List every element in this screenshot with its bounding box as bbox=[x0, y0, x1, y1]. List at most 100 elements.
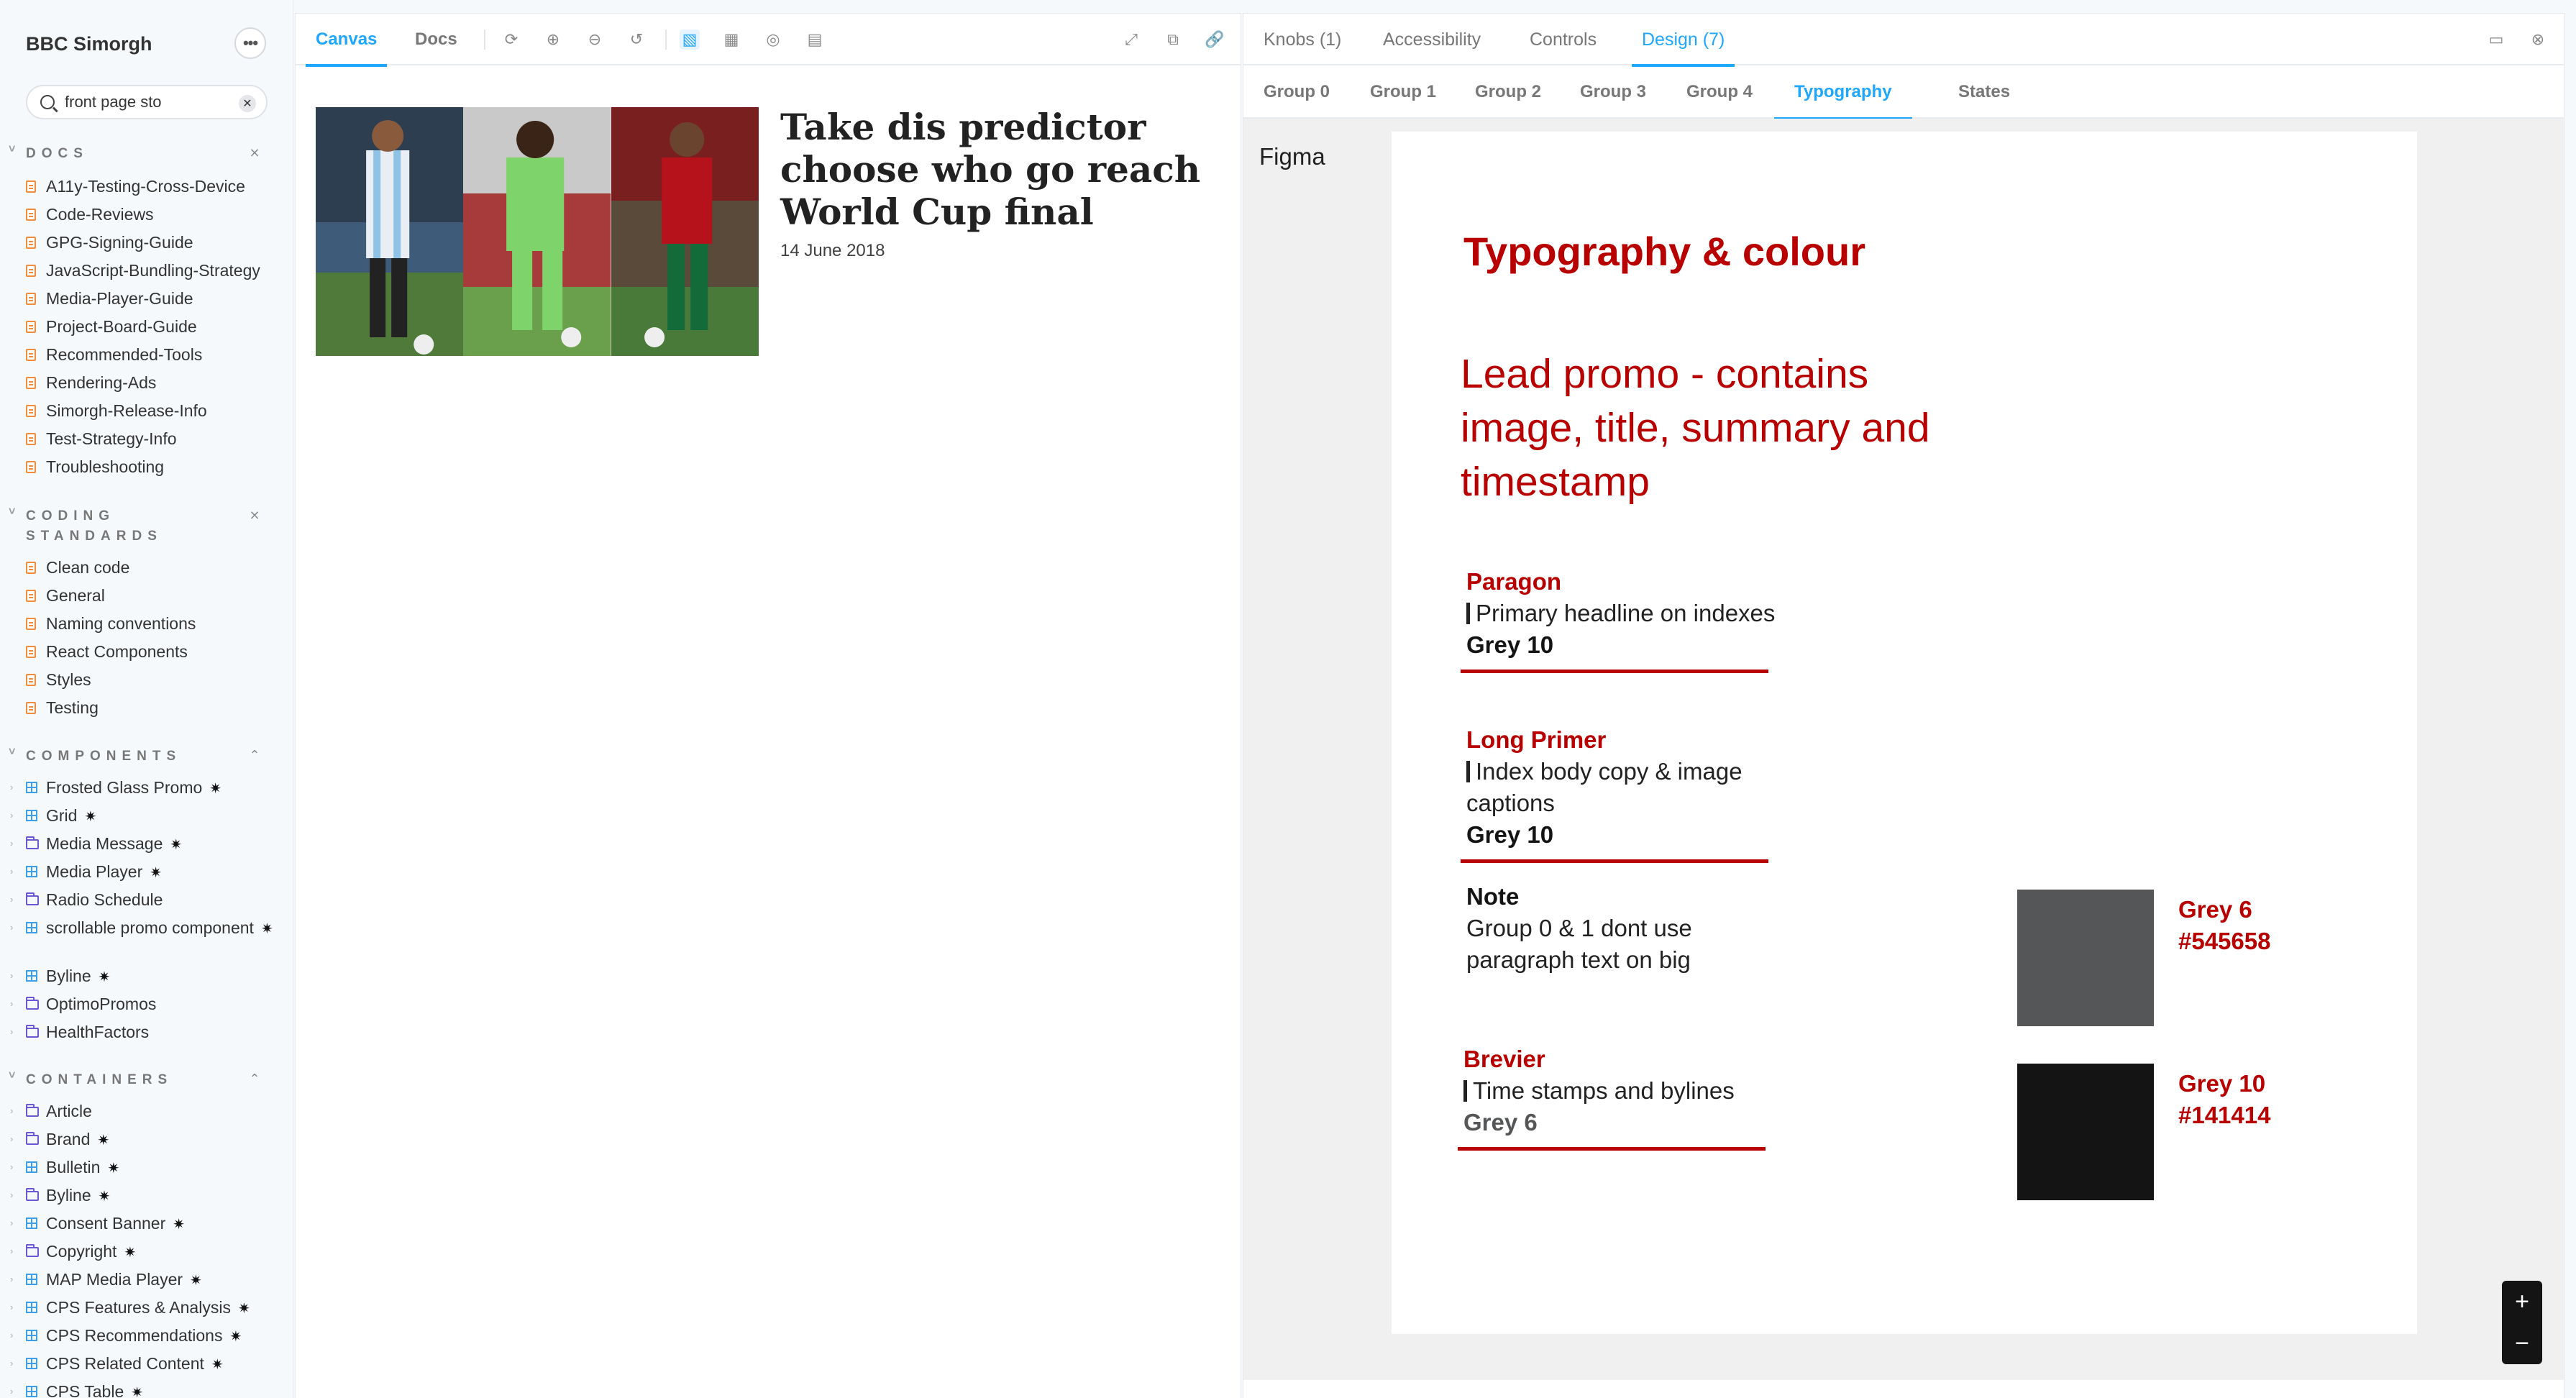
doc-item-label: Clean code bbox=[46, 558, 130, 577]
tab-knobs[interactable]: Knobs (1) bbox=[1264, 14, 1341, 65]
open-new-tab-icon[interactable]: ⧉ bbox=[1163, 29, 1183, 50]
expand-arrow-icon[interactable]: › bbox=[10, 1018, 13, 1046]
containers-section-collapse-icon[interactable]: ⌃ bbox=[247, 1072, 262, 1086]
subtab-group-1[interactable]: Group 1 bbox=[1370, 65, 1436, 119]
zoom-in-icon[interactable]: + bbox=[2502, 1281, 2542, 1322]
containers-section-header[interactable]: CONTAINERS bbox=[9, 1066, 173, 1090]
paragon-desc: Primary headline on indexes bbox=[1466, 598, 1783, 629]
menu-button[interactable]: ••• bbox=[234, 27, 266, 59]
brand-title[interactable]: BBC Simorgh bbox=[26, 33, 152, 55]
tab-canvas[interactable]: Canvas bbox=[305, 14, 388, 67]
tab-docs[interactable]: Docs bbox=[415, 14, 457, 65]
expand-arrow-icon[interactable]: › bbox=[10, 1294, 13, 1321]
copy-link-icon[interactable]: 🔗 bbox=[1205, 29, 1225, 50]
promo-title[interactable]: Take dis predictor choose who go reach W… bbox=[780, 106, 1226, 233]
expand-arrow-icon[interactable]: › bbox=[10, 1097, 13, 1125]
folder-icon bbox=[26, 997, 39, 1010]
expand-arrow-icon[interactable]: › bbox=[10, 1125, 13, 1153]
clear-search-icon[interactable]: ✕ bbox=[239, 95, 256, 112]
expand-arrow-icon[interactable]: › bbox=[10, 774, 13, 801]
expand-arrow-icon[interactable]: › bbox=[10, 1266, 13, 1293]
folder-icon bbox=[26, 1104, 39, 1117]
search-input[interactable] bbox=[65, 93, 230, 111]
subtab-group-0[interactable]: Group 0 bbox=[1264, 65, 1330, 119]
subtab-group-3[interactable]: Group 3 bbox=[1580, 65, 1646, 119]
expand-arrow-icon[interactable]: › bbox=[10, 1210, 13, 1237]
fullscreen-icon[interactable]: ⤢ bbox=[1121, 29, 1141, 50]
subtab-states[interactable]: States bbox=[1958, 65, 2010, 119]
puzzle-icon: ✷ bbox=[190, 1272, 202, 1289]
docs-section-collapse-icon[interactable]: ⨯ bbox=[247, 145, 262, 160]
expand-arrow-icon[interactable]: › bbox=[10, 858, 13, 885]
component-item-label: CPS Table ✷ bbox=[46, 1378, 143, 1398]
expand-arrow-icon[interactable]: › bbox=[10, 990, 13, 1018]
divider bbox=[1461, 670, 1768, 673]
zoom-out-icon[interactable]: ⊖ bbox=[585, 29, 605, 50]
subtab-typography[interactable]: Typography bbox=[1774, 65, 1912, 120]
design-subtabs: Group 0 Group 1 Group 2 Group 3 Group 4 … bbox=[1243, 65, 2564, 120]
component-item-label: HealthFactors bbox=[46, 1023, 150, 1041]
panel-position-icon[interactable]: ▭ bbox=[2486, 29, 2506, 50]
tab-design[interactable]: Design (7) bbox=[1631, 14, 1735, 67]
expand-arrow-icon[interactable]: › bbox=[10, 914, 13, 941]
coding-standards-section-header[interactable]: CODINGSTANDARDS bbox=[9, 502, 163, 547]
toolbar-divider bbox=[484, 29, 485, 50]
component-icon bbox=[26, 1330, 37, 1341]
tab-accessibility[interactable]: Accessibility bbox=[1383, 14, 1481, 65]
puzzle-icon: ✷ bbox=[211, 1356, 224, 1373]
puzzle-icon: ✷ bbox=[173, 1216, 185, 1233]
promo-image[interactable] bbox=[316, 107, 759, 356]
document-icon bbox=[26, 321, 36, 333]
expand-arrow-icon[interactable]: › bbox=[10, 1238, 13, 1265]
docs-section-header[interactable]: DOCS bbox=[9, 140, 88, 164]
expand-arrow-icon[interactable]: › bbox=[10, 1182, 13, 1209]
promo-image-player-1 bbox=[316, 107, 464, 356]
note-name: Note bbox=[1466, 883, 1520, 910]
long-primer-name: Long Primer bbox=[1466, 726, 1607, 753]
addons-tabbar: Knobs (1) Accessibility Controls Design … bbox=[1243, 14, 2564, 67]
reload-icon[interactable]: ⟳ bbox=[501, 29, 521, 50]
component-item-label: Media Message ✷ bbox=[46, 830, 182, 859]
promo-image-player-3 bbox=[611, 107, 759, 356]
coding-standards-section-collapse-icon[interactable]: ⨯ bbox=[247, 508, 262, 522]
expand-arrow-icon[interactable]: › bbox=[10, 962, 13, 990]
subtab-group-2[interactable]: Group 2 bbox=[1475, 65, 1541, 119]
doc-item-label: Test-Strategy-Info bbox=[46, 429, 177, 448]
document-icon bbox=[26, 646, 36, 658]
subtab-group-4[interactable]: Group 4 bbox=[1686, 65, 1753, 119]
component-icon bbox=[26, 1161, 37, 1173]
paragon-grey: Grey 10 bbox=[1466, 631, 1554, 658]
zoom-out-icon[interactable]: − bbox=[2502, 1322, 2542, 1364]
expand-arrow-icon[interactable]: › bbox=[10, 1153, 13, 1181]
figma-embed[interactable]: Figma Typography & colour Lead promo - c… bbox=[1243, 119, 2564, 1380]
outline-icon[interactable]: ▤ bbox=[805, 29, 825, 50]
brevier-desc: Time stamps and bylines bbox=[1463, 1075, 1780, 1107]
tab-controls[interactable]: Controls bbox=[1530, 14, 1597, 65]
accessibility-icon[interactable]: ◎ bbox=[763, 29, 783, 50]
component-item-label: Radio Schedule bbox=[46, 890, 163, 909]
components-section-header[interactable]: COMPONENTS bbox=[9, 742, 181, 767]
figma-zoom-control: + − bbox=[2502, 1281, 2542, 1364]
document-icon bbox=[26, 209, 36, 221]
expand-arrow-icon[interactable]: › bbox=[10, 802, 13, 829]
swatch-grey-6-label: Grey 6 #545658 bbox=[2178, 896, 2271, 954]
brevier-name: Brevier bbox=[1463, 1046, 1545, 1072]
zoom-reset-icon[interactable]: ↺ bbox=[626, 29, 647, 50]
close-panel-icon[interactable]: ⊗ bbox=[2528, 29, 2548, 50]
expand-arrow-icon[interactable]: › bbox=[10, 1378, 13, 1398]
component-item-label: Brand ✷ bbox=[46, 1125, 109, 1154]
grid-icon[interactable]: ▦ bbox=[721, 29, 741, 50]
expand-arrow-icon[interactable]: › bbox=[10, 1350, 13, 1377]
ellipsis-icon: ••• bbox=[242, 34, 258, 52]
expand-arrow-icon[interactable]: › bbox=[10, 830, 13, 857]
expand-arrow-icon[interactable]: › bbox=[10, 886, 13, 913]
zoom-in-icon[interactable]: ⊕ bbox=[543, 29, 563, 50]
components-section-collapse-icon[interactable]: ⌃ bbox=[247, 748, 262, 762]
search-box[interactable]: ✕ bbox=[26, 85, 268, 119]
expand-arrow-icon[interactable]: › bbox=[10, 1322, 13, 1349]
component-icon bbox=[26, 810, 37, 821]
document-icon bbox=[26, 590, 36, 602]
puzzle-icon: ✷ bbox=[229, 1328, 242, 1345]
component-icon bbox=[26, 1386, 37, 1397]
background-icon[interactable]: ▧ bbox=[680, 29, 700, 50]
